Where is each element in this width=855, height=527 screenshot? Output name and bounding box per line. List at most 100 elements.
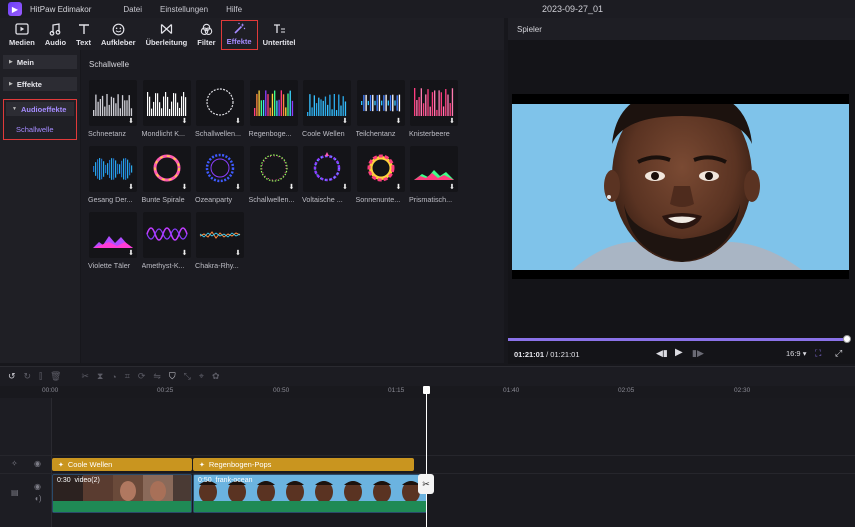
previous-frame-icon[interactable]: ◀▮ bbox=[656, 348, 668, 359]
effect-label: Violette Täler bbox=[88, 261, 131, 270]
eye-icon[interactable]: ◉ bbox=[34, 482, 41, 491]
speed-icon[interactable]: ◔ bbox=[111, 372, 116, 382]
caret-right-icon: ▶ bbox=[9, 81, 13, 87]
redo-icon[interactable]: ↻ bbox=[24, 371, 32, 382]
app-name: HitPaw Edimakor bbox=[30, 4, 92, 14]
player-progress[interactable] bbox=[508, 335, 855, 344]
delete-icon[interactable]: 🗑 bbox=[50, 371, 61, 382]
effect-label: Voltaische ... bbox=[302, 195, 343, 204]
tile-schallwellen-2[interactable]: ⬇ bbox=[249, 146, 298, 192]
fx-clip[interactable]: ✦ Coole Wellen bbox=[52, 458, 192, 471]
tile-voltaische[interactable]: ⬇ bbox=[303, 146, 351, 192]
tile-amethyst[interactable]: ⬇ bbox=[142, 212, 191, 258]
tile-sonnenuntergang[interactable]: ⬇ bbox=[356, 146, 405, 192]
download-icon[interactable]: ⬇ bbox=[449, 117, 455, 125]
video-clip[interactable]: 0:30 video(2) bbox=[52, 474, 192, 513]
effect-label: Schneetanz bbox=[88, 129, 126, 138]
sidebar-item-mein[interactable]: ▶ Mein bbox=[3, 55, 77, 69]
playhead-handle[interactable] bbox=[423, 386, 430, 394]
title-bar: ▶ HitPaw Edimakor Datei Einstellungen Hi… bbox=[0, 0, 855, 18]
tile-knisterbeere[interactable]: ⬇ bbox=[410, 80, 458, 126]
marker-icon[interactable]: ⛉ bbox=[169, 371, 176, 382]
magic-wand-icon bbox=[233, 21, 246, 35]
tab-effekte[interactable]: Effekte bbox=[220, 20, 258, 50]
eye-icon[interactable]: ◉ bbox=[34, 459, 41, 468]
current-time: 01:21:01 bbox=[514, 349, 545, 359]
split-icon[interactable]: ⫿ bbox=[39, 371, 42, 382]
download-icon[interactable]: ⬇ bbox=[235, 117, 241, 125]
tab-ueberleitung[interactable]: Überleitung bbox=[141, 20, 193, 50]
progress-knob[interactable] bbox=[843, 335, 851, 343]
effect-label: Mondlicht K... bbox=[141, 129, 186, 138]
tab-medien[interactable]: Medien bbox=[4, 20, 40, 50]
tile-schallwellen-1[interactable]: ⬇ bbox=[196, 80, 244, 126]
sidebar-item-audioeffekte[interactable]: ▼ Audioeffekte bbox=[6, 102, 74, 116]
download-icon[interactable]: ⬇ bbox=[449, 183, 455, 191]
magic-wand-icon: ✦ bbox=[58, 461, 64, 469]
stabilize-icon[interactable]: ⌖ bbox=[199, 371, 204, 382]
next-frame-icon[interactable]: ▮▶ bbox=[692, 348, 704, 359]
player-header: Spieler bbox=[508, 18, 855, 40]
pin-icon[interactable]: ✧ bbox=[11, 459, 18, 468]
menu-datei[interactable]: Datei bbox=[123, 5, 142, 14]
tile-chakra[interactable]: ⬇ bbox=[196, 212, 244, 258]
download-icon[interactable]: ⬇ bbox=[235, 249, 241, 257]
download-icon[interactable]: ⬇ bbox=[396, 183, 402, 191]
tile-regenbogen[interactable] bbox=[249, 80, 298, 126]
sidebar-item-effekte[interactable]: ▶ Effekte bbox=[3, 77, 77, 91]
audio-waveform bbox=[194, 501, 426, 512]
download-icon[interactable]: ⬇ bbox=[289, 183, 295, 191]
download-icon[interactable]: ⬇ bbox=[396, 117, 402, 125]
aspect-ratio-select[interactable]: 16:9 ▾ bbox=[786, 349, 806, 358]
download-icon[interactable]: ⬇ bbox=[235, 183, 241, 191]
download-icon[interactable]: ⬇ bbox=[342, 183, 348, 191]
crop-tool-icon[interactable]: ⌗ bbox=[125, 371, 130, 382]
download-icon[interactable]: ⬇ bbox=[342, 117, 348, 125]
color-icon[interactable]: ✿ bbox=[212, 371, 220, 382]
download-icon[interactable]: ⬇ bbox=[128, 183, 134, 191]
tile-teilchentanz[interactable]: ⬇ bbox=[356, 80, 405, 126]
music-note-icon bbox=[49, 22, 61, 36]
menu-hilfe[interactable]: Hilfe bbox=[226, 5, 242, 14]
tab-aufkleber[interactable]: Aufkleber bbox=[96, 20, 141, 50]
tile-gesang[interactable]: ⬇ bbox=[89, 146, 137, 192]
effect-label: Chakra-Rhy... bbox=[195, 261, 239, 270]
speaker-icon[interactable]: ◖) bbox=[34, 494, 42, 503]
tab-audio[interactable]: Audio bbox=[40, 20, 71, 50]
tile-mondlicht[interactable]: ⬇ bbox=[142, 80, 191, 126]
tab-text[interactable]: Text bbox=[71, 20, 96, 50]
cut-icon[interactable]: ✂ bbox=[81, 371, 89, 382]
caret-right-icon: ▶ bbox=[9, 59, 13, 65]
rotate-icon[interactable]: ⟳ bbox=[138, 371, 146, 382]
media-toolbar: Medien Audio Text Aufkleber Überleitung … bbox=[0, 18, 504, 50]
subtitle-icon bbox=[273, 22, 286, 36]
download-icon[interactable]: ⬇ bbox=[128, 249, 134, 257]
tile-bunte-spirale[interactable]: ⬇ bbox=[142, 146, 191, 192]
scissor-icon[interactable]: ✂ bbox=[418, 474, 434, 494]
undo-icon[interactable]: ↺ bbox=[8, 371, 16, 382]
sidebar-item-schallwelle[interactable]: Schallwelle bbox=[6, 122, 74, 136]
mirror-icon[interactable]: ⇋ bbox=[153, 371, 161, 382]
caret-down-icon: ▼ bbox=[12, 106, 17, 112]
tile-ozeanparty[interactable]: ⬇ bbox=[196, 146, 244, 192]
menu-einstellungen[interactable]: Einstellungen bbox=[160, 5, 208, 14]
play-icon[interactable]: ▶ bbox=[675, 347, 683, 358]
tile-prismatisch[interactable]: ⬇ bbox=[410, 146, 458, 192]
tile-schneetanz[interactable]: ⬇ bbox=[89, 80, 137, 126]
freeze-icon[interactable]: ⧗ bbox=[97, 371, 103, 382]
fx-clip[interactable]: ✦ Regenbogen-Pops bbox=[193, 458, 414, 471]
download-icon[interactable]: ⬇ bbox=[182, 117, 188, 125]
effects-sidebar: ▶ Mein ▶ Effekte ▼ Audioeffekte Schallwe… bbox=[0, 50, 80, 363]
tab-filter[interactable]: Filter bbox=[192, 20, 220, 50]
tile-violette-taeler[interactable]: ⬇ bbox=[89, 212, 137, 258]
tile-coole-wellen[interactable]: ⬇ bbox=[303, 80, 351, 126]
download-icon[interactable]: ⬇ bbox=[182, 249, 188, 257]
download-icon[interactable]: ⬇ bbox=[182, 183, 188, 191]
video-clip[interactable]: 0:50 frank-ocean bbox=[193, 474, 427, 513]
download-icon[interactable]: ⬇ bbox=[128, 117, 134, 125]
crop-icon[interactable]: ⛶ bbox=[815, 348, 821, 359]
playhead[interactable] bbox=[426, 388, 427, 527]
tab-untertitel[interactable]: Untertitel bbox=[258, 20, 301, 50]
fullscreen-icon[interactable]: ⤢ bbox=[835, 348, 842, 359]
fit-icon[interactable]: ⤡ bbox=[184, 371, 191, 382]
